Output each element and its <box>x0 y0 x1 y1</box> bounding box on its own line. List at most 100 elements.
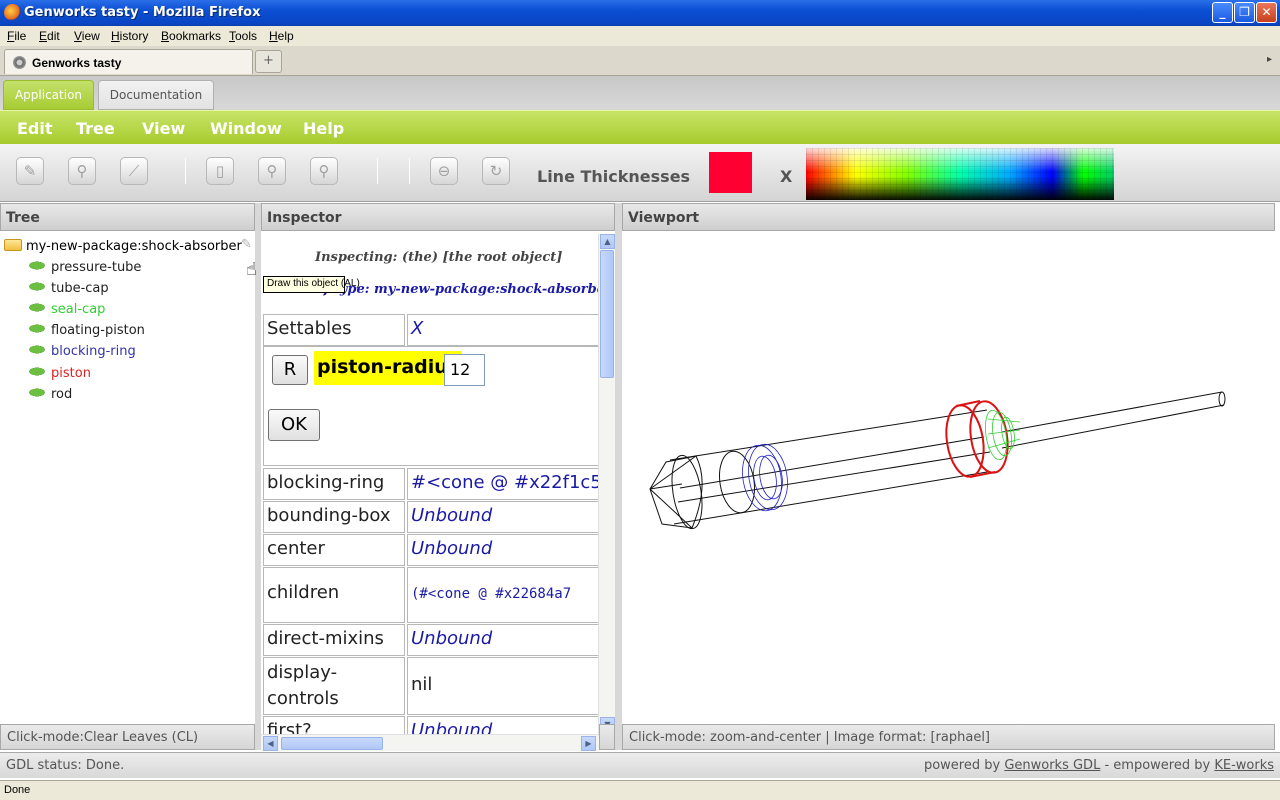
leaf-icon <box>28 282 46 291</box>
tree-panel-header: Tree <box>0 203 255 231</box>
tree-item-piston[interactable]: piston <box>28 366 91 381</box>
app-menu-edit[interactable]: Edit <box>17 119 53 138</box>
tree-item-label: blocking-ring <box>51 344 136 359</box>
window-title: Genworks tasty - Mozilla Firefox <box>24 5 261 20</box>
draw-pencil-icon[interactable]: ✎ <box>241 237 252 252</box>
firefox-icon <box>4 4 21 21</box>
leaf-icon <box>28 303 46 312</box>
ke-works-link[interactable]: KE-works <box>1214 758 1274 773</box>
tree-panel: my-new-package:shock-absorber ✎ ⚲ ◉ pres… <box>0 234 287 724</box>
tab-application[interactable]: Application <box>3 80 94 110</box>
scroll-up-icon[interactable]: ▲ <box>600 234 615 249</box>
gdl-status-bar: GDL status: Done. powered by Genworks GD… <box>0 752 1280 778</box>
slot-value-link[interactable]: Unbound <box>407 501 599 533</box>
maximize-button[interactable]: ❐ <box>1234 2 1255 23</box>
slot-name: direct-mixins <box>263 624 405 656</box>
tab-documentation[interactable]: Documentation <box>98 80 214 110</box>
viewport-panel-footer: Click-mode: zoom-and-center | Image form… <box>622 724 1275 750</box>
clear-color-button[interactable]: X <box>780 167 792 186</box>
slot-value-link[interactable]: Unbound <box>407 534 599 566</box>
menu-file[interactable]: File <box>7 29 26 43</box>
tree-item-label: floating-piston <box>51 323 145 338</box>
inspector-panel: Inspecting: (the) [the root object] of t… <box>261 234 615 734</box>
inspector-footer-spacer <box>599 724 615 750</box>
slot-value: nil <box>407 657 599 715</box>
tree-item-rod[interactable]: rod <box>28 387 72 402</box>
powered-by-credits: powered by Genworks GDL - empowered by K… <box>924 758 1274 773</box>
scroll-left-icon[interactable]: ◀ <box>263 736 278 751</box>
zoom-in-icon[interactable]: ⚲ <box>258 157 286 185</box>
tree-root-node[interactable]: my-new-package:shock-absorber <box>4 239 242 254</box>
inspector-vertical-scrollbar[interactable]: ▲ ▼ <box>598 234 615 734</box>
inspector-viewport-splitter[interactable] <box>615 203 622 750</box>
tree-item-pressure-tube[interactable]: pressure-tube <box>28 260 141 275</box>
magnifier-icon[interactable]: ⚲ <box>68 157 96 185</box>
draw-object-tooltip: Draw this object (AL) <box>263 276 360 293</box>
menu-edit[interactable]: Edit <box>39 29 60 43</box>
leaf-icon <box>28 388 46 397</box>
menu-view[interactable]: View <box>74 29 100 43</box>
color-palette-grid <box>806 148 1114 200</box>
menu-history[interactable]: History <box>111 29 148 43</box>
menu-tools[interactable]: Tools <box>229 29 257 43</box>
refresh-icon[interactable]: ↻ <box>482 157 510 185</box>
minus-circle-icon[interactable]: ⊖ <box>430 157 458 185</box>
ruler-icon[interactable]: ⟋ <box>120 157 148 185</box>
line-thicknesses-label[interactable]: Line Thicknesses <box>537 167 690 186</box>
reset-button[interactable]: R <box>272 355 308 385</box>
browser-menu-bar: File Edit View History Bookmarks Tools H… <box>0 26 1280 46</box>
browser-tab-label: Genworks tasty <box>32 56 122 70</box>
slot-value-link[interactable]: #<cone @ #x22f1c552 <box>407 468 599 500</box>
shock-absorber-drawing <box>649 391 1226 530</box>
tree-item-label: pressure-tube <box>51 260 142 275</box>
page-icon[interactable]: ▯ <box>206 157 234 185</box>
slot-value-link[interactable]: (#<cone @ #x22684a7 <box>407 567 599 623</box>
browser-tab[interactable]: Genworks tasty <box>4 49 253 74</box>
tree-item-tube-cap[interactable]: tube-cap <box>28 281 109 296</box>
tree-item-blocking-ring[interactable]: blocking-ring <box>28 344 136 359</box>
new-tab-button[interactable]: + <box>255 50 282 73</box>
zoom-out-icon[interactable]: ⚲ <box>310 157 338 185</box>
tree-item-label: seal-cap <box>51 302 106 317</box>
powered-by-prefix: powered by <box>923 758 1001 773</box>
pencil-icon[interactable]: ✎ <box>16 157 44 185</box>
hand-cursor-icon: ☝ <box>246 259 257 280</box>
slot-name: display- controls <box>263 657 405 715</box>
menu-help[interactable]: Help <box>269 29 294 43</box>
menu-bookmarks[interactable]: Bookmarks <box>161 29 221 43</box>
settables-toggle[interactable]: X <box>407 314 599 346</box>
inspector-panel-header: Inspector <box>261 203 615 231</box>
scroll-thumb[interactable] <box>600 250 614 378</box>
slot-value-link[interactable]: Unbound <box>407 716 599 734</box>
slot-value-link[interactable]: Unbound <box>407 624 599 656</box>
app-menu-view[interactable]: View <box>142 119 185 138</box>
tree-item-floating-piston[interactable]: floating-piston <box>28 323 145 338</box>
tree-root-label: my-new-package:shock-absorber <box>26 239 242 254</box>
minimize-button[interactable]: _ <box>1212 2 1233 23</box>
genworks-gdl-link[interactable]: Genworks GDL <box>1004 758 1100 773</box>
app-menu-window[interactable]: Window <box>210 119 282 138</box>
tree-item-label: rod <box>51 387 73 402</box>
scroll-right-icon[interactable]: ▶ <box>581 736 596 751</box>
slot-name: bounding-box <box>263 501 405 533</box>
leaf-icon <box>28 345 46 354</box>
application-area: Application Documentation Edit Tree View… <box>0 76 1280 780</box>
current-color-swatch[interactable] <box>709 152 752 193</box>
piston-radius-input[interactable]: 12 <box>444 354 485 386</box>
browser-tab-strip: Genworks tasty + ▸ <box>0 46 1280 76</box>
ok-button[interactable]: OK <box>268 409 320 441</box>
folder-open-icon <box>4 239 22 251</box>
horizontal-scroll-thumb[interactable] <box>281 737 383 750</box>
settables-label: Settables <box>263 314 405 346</box>
inspector-horizontal-scrollbar[interactable]: ◀ ▶ <box>261 734 599 751</box>
loading-gear-icon <box>13 56 26 69</box>
app-menu-help[interactable]: Help <box>303 119 344 138</box>
tree-panel-footer: Click-mode:Clear Leaves (CL) <box>0 724 255 750</box>
settables-form: R piston-radius 12 OK <box>263 346 599 466</box>
app-menu-tree[interactable]: Tree <box>76 119 115 138</box>
tree-item-seal-cap[interactable]: seal-cap <box>28 302 105 317</box>
close-button[interactable]: ✕ <box>1256 2 1277 23</box>
tab-list-chevron-icon[interactable]: ▸ <box>1267 54 1277 68</box>
viewport-canvas[interactable] <box>622 234 1274 724</box>
leaf-icon <box>28 367 46 376</box>
